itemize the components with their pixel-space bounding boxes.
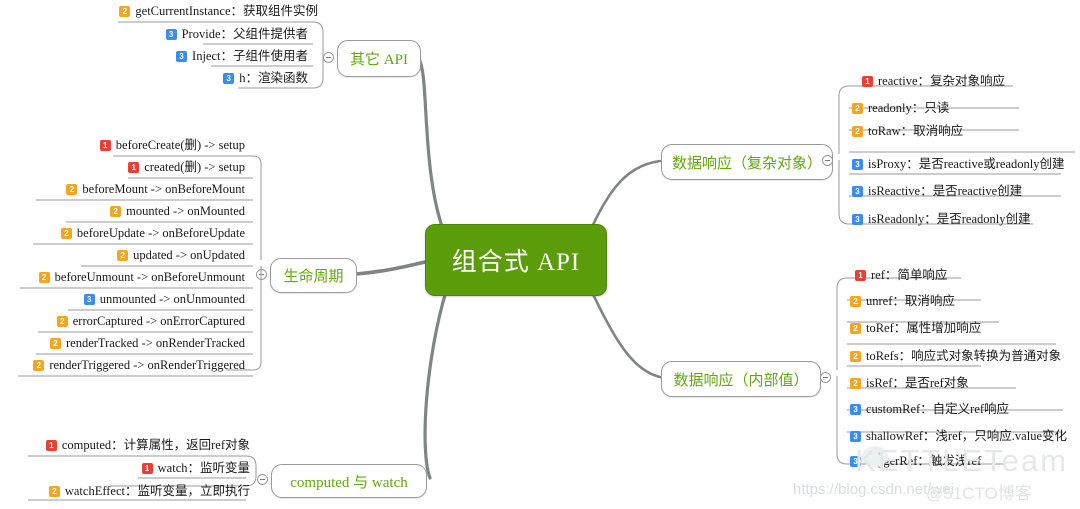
priority-badge: 3 bbox=[165, 28, 177, 40]
mindmap-canvas: 组合式 API 其它 API 2 getCurrentInstance：获取组件… bbox=[0, 0, 1080, 509]
collapse-toggle-reactive-object[interactable] bbox=[822, 155, 833, 166]
branch-node-lifecycle[interactable]: 生命周期 bbox=[270, 258, 357, 293]
leaf-item[interactable]: 3 isProxy：是否reactive或readonly创建 bbox=[852, 153, 1065, 175]
priority-badge: 2 bbox=[119, 5, 131, 17]
priority-badge: 1 bbox=[128, 161, 140, 173]
priority-badge: 2 bbox=[117, 249, 129, 261]
priority-badge: 2 bbox=[56, 315, 68, 327]
leaf-item[interactable]: 1 computed：计算属性，返回ref对象 bbox=[0, 434, 258, 456]
leaf-item[interactable]: 2 beforeUnmount -> onBeforeUnmount bbox=[0, 266, 253, 288]
priority-badge: 3 bbox=[850, 403, 861, 415]
priority-badge: 2 bbox=[66, 183, 78, 195]
priority-badge: 3 bbox=[852, 213, 863, 225]
priority-badge: 2 bbox=[850, 295, 861, 307]
priority-badge: 3 bbox=[223, 72, 235, 84]
priority-badge: 2 bbox=[852, 125, 863, 137]
priority-badge: 2 bbox=[850, 377, 861, 389]
priority-badge: 1 bbox=[855, 269, 866, 281]
priority-badge: 3 bbox=[852, 185, 863, 197]
priority-badge: 2 bbox=[38, 271, 50, 283]
priority-badge: 2 bbox=[850, 350, 861, 362]
leaf-item[interactable]: 2 isRef：是否ref对象 bbox=[850, 372, 969, 394]
priority-badge: 3 bbox=[83, 293, 95, 305]
priority-badge: 3 bbox=[852, 158, 863, 170]
branch-node-computed-watch[interactable]: computed 与 watch bbox=[271, 464, 427, 498]
leaf-item[interactable]: 2 renderTriggered -> onRenderTriggered bbox=[0, 354, 253, 376]
leaf-item[interactable]: 3 Inject：子组件使用者 bbox=[0, 45, 318, 67]
priority-badge: 2 bbox=[110, 205, 122, 217]
priority-badge: 2 bbox=[850, 322, 861, 334]
leaf-item[interactable]: 2 toRef：属性增加响应 bbox=[850, 317, 981, 339]
priority-badge: 2 bbox=[33, 359, 45, 371]
priority-badge: 1 bbox=[45, 439, 57, 451]
leaf-item[interactable]: 1 beforeCreate(删) -> setup bbox=[0, 134, 253, 156]
leaf-item[interactable]: 3 customRef：自定义ref响应 bbox=[850, 398, 1009, 420]
leaf-item[interactable]: 2 toRaw：取消响应 bbox=[852, 120, 963, 142]
priority-badge: 2 bbox=[48, 485, 60, 497]
leaf-item[interactable]: 2 toRefs：响应式对象转换为普通对象 bbox=[850, 345, 1061, 367]
leaf-item[interactable]: 2 readonly：只读 bbox=[852, 97, 949, 119]
priority-badge: 3 bbox=[176, 50, 188, 62]
leaf-item[interactable]: 2 getCurrentInstance：获取组件实例 bbox=[0, 0, 328, 22]
priority-badge: 2 bbox=[50, 337, 61, 349]
priority-badge: 1 bbox=[99, 139, 111, 151]
branch-node-reactive-value[interactable]: 数据响应（内部值） bbox=[661, 361, 821, 397]
leaf-item[interactable]: 2 errorCaptured -> onErrorCaptured bbox=[0, 310, 253, 332]
leaf-item[interactable]: 3 shallowRef：浅ref，只响应.value变化 bbox=[850, 425, 1067, 447]
watermark-face-icon bbox=[862, 446, 888, 467]
branch-node-other-api[interactable]: 其它 API bbox=[337, 40, 421, 77]
leaf-item[interactable]: 1 created(删) -> setup bbox=[0, 156, 253, 178]
leaf-item[interactable]: 2 updated -> onUpdated bbox=[0, 244, 253, 266]
leaf-item[interactable]: 3 Provide：父组件提供者 bbox=[0, 23, 318, 45]
priority-badge: 2 bbox=[852, 102, 863, 114]
priority-badge: 3 bbox=[850, 430, 861, 442]
leaf-item[interactable]: 3 h：渲染函数 bbox=[0, 67, 318, 89]
branch-node-reactive-object[interactable]: 数据响应（复杂对象） bbox=[661, 144, 833, 180]
leaf-item[interactable]: 3 isReactive：是否reactive创建 bbox=[852, 180, 1022, 202]
root-node[interactable]: 组合式 API bbox=[425, 224, 607, 296]
leaf-item[interactable]: 2 beforeMount -> onBeforeMount bbox=[0, 178, 253, 200]
priority-badge: 1 bbox=[862, 75, 873, 87]
watermark-51cto: @51CTO博客 bbox=[926, 484, 1032, 503]
watermark-csdn: https://blog.csdn.net/wei bbox=[793, 481, 954, 498]
priority-badge: 3 bbox=[850, 455, 861, 467]
leaf-item[interactable]: 2 renderTracked -> onRenderTracked bbox=[0, 332, 253, 354]
priority-badge: 2 bbox=[60, 227, 72, 239]
leaf-item[interactable]: 1 ref：简单响应 bbox=[855, 264, 947, 286]
leaf-item[interactable]: 2 beforeUpdate -> onBeforeUpdate bbox=[0, 222, 253, 244]
leaf-item[interactable]: 2 watchEffect：监听变量，立即执行 bbox=[0, 480, 258, 502]
leaf-item[interactable]: 1 reactive：复杂对象响应 bbox=[862, 70, 1005, 92]
leaf-item[interactable]: 3 unmounted -> onUnmounted bbox=[0, 288, 253, 310]
leaf-item[interactable]: 2 mounted -> onMounted bbox=[0, 200, 253, 222]
leaf-item[interactable]: 1 watch：监听变量 bbox=[0, 457, 258, 479]
leaf-item[interactable]: 3 isReadonly：是否readonly创建 bbox=[852, 208, 1030, 230]
collapse-toggle-reactive-value[interactable] bbox=[820, 372, 831, 383]
leaf-item[interactable]: 2 unref：取消响应 bbox=[850, 290, 955, 312]
priority-badge: 1 bbox=[141, 462, 153, 474]
